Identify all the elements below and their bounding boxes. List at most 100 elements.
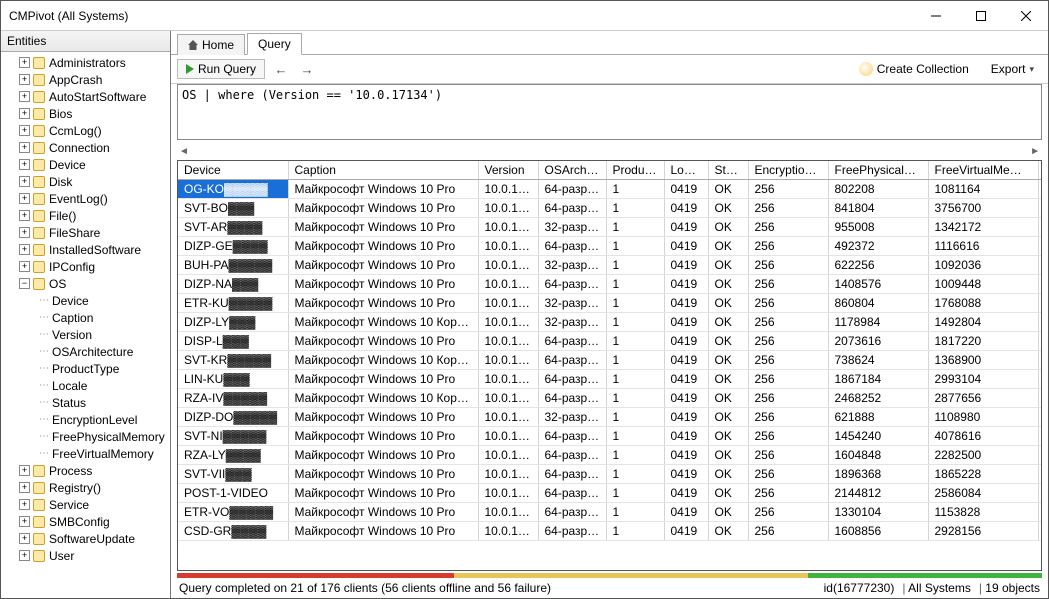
tree-toggle-icon[interactable]: + xyxy=(19,465,30,476)
scroll-left-icon[interactable]: ◄ xyxy=(179,146,189,157)
tree-node[interactable]: +AutoStartSoftware xyxy=(5,88,170,105)
cell-fpm: 955008 xyxy=(828,218,928,237)
tree-node[interactable]: +Bios xyxy=(5,105,170,122)
tree-node[interactable]: +Process xyxy=(5,462,170,479)
tree-node[interactable]: ⋯Status xyxy=(5,394,170,411)
create-collection-button[interactable]: Create Collection xyxy=(851,60,977,78)
tree-node[interactable]: ⋯Device xyxy=(5,292,170,309)
tab-query[interactable]: Query xyxy=(247,33,302,55)
tree-node[interactable]: ⋯FreePhysicalMemory xyxy=(5,428,170,445)
tree-toggle-icon[interactable]: + xyxy=(19,261,30,272)
forward-button[interactable]: → xyxy=(297,59,317,79)
tree-node[interactable]: +SMBConfig xyxy=(5,513,170,530)
column-header[interactable]: Version xyxy=(478,161,538,180)
tree-toggle-icon[interactable]: + xyxy=(19,210,30,221)
table-row[interactable]: BUH-PA▓▓▓▓▓Майкрософт Windows 10 Pro10.0… xyxy=(178,256,1041,275)
scroll-right-icon[interactable]: ► xyxy=(1030,146,1040,157)
cell-caption: Майкрософт Windows 10 Корпоративная xyxy=(288,389,478,408)
tree-toggle-icon[interactable]: + xyxy=(19,176,30,187)
table-row[interactable]: LIN-KU▓▓▓Майкрософт Windows 10 Pro10.0.1… xyxy=(178,370,1041,389)
table-row[interactable]: DIZP-NA▓▓▓Майкрософт Windows 10 Pro10.0.… xyxy=(178,275,1041,294)
table-row[interactable]: DISP-L▓▓▓Майкрософт Windows 10 Pro10.0.1… xyxy=(178,332,1041,351)
tree-node[interactable]: ⋯OSArchitecture xyxy=(5,343,170,360)
cell-status: OK xyxy=(708,313,748,332)
tree-node[interactable]: +Disk xyxy=(5,173,170,190)
table-row[interactable]: RZA-LY▓▓▓▓Майкрософт Windows 10 Pro10.0.… xyxy=(178,446,1041,465)
entities-tree[interactable]: +Administrators+AppCrash+AutoStartSoftwa… xyxy=(1,52,170,598)
tree-toggle-icon[interactable]: + xyxy=(19,125,30,136)
column-header[interactable]: Status xyxy=(708,161,748,180)
table-row[interactable]: DIZP-LY▓▓▓Майкрософт Windows 10 Корпорат… xyxy=(178,313,1041,332)
cell-caption: Майкрософт Windows 10 Pro xyxy=(288,199,478,218)
close-button[interactable] xyxy=(1003,1,1048,30)
tree-node[interactable]: +CcmLog() xyxy=(5,122,170,139)
column-header[interactable]: FreeVirtualMemory xyxy=(928,161,1038,180)
tree-node[interactable]: −OS xyxy=(5,275,170,292)
tree-node[interactable]: +User xyxy=(5,547,170,564)
column-header[interactable]: ProductTyp xyxy=(606,161,664,180)
tree-toggle-icon[interactable]: + xyxy=(19,244,30,255)
tree-toggle-icon[interactable]: + xyxy=(19,57,30,68)
query-editor[interactable]: OS | where (Version == '10.0.17134') xyxy=(177,84,1042,140)
tree-node[interactable]: +File() xyxy=(5,207,170,224)
tree-node[interactable]: ⋯EncryptionLevel xyxy=(5,411,170,428)
column-header[interactable]: FreePhysicalMemo xyxy=(828,161,928,180)
tree-node[interactable]: +IPConfig xyxy=(5,258,170,275)
tree-node[interactable]: +Service xyxy=(5,496,170,513)
minimize-button[interactable] xyxy=(913,1,958,30)
tree-toggle-icon[interactable]: + xyxy=(19,533,30,544)
table-row[interactable]: CSD-GR▓▓▓▓Майкрософт Windows 10 Pro10.0.… xyxy=(178,522,1041,541)
tree-toggle-icon[interactable]: + xyxy=(19,482,30,493)
tree-node[interactable]: +Registry() xyxy=(5,479,170,496)
export-button[interactable]: Export xyxy=(983,60,1042,78)
cell-fvm: 2282500 xyxy=(928,446,1038,465)
table-row[interactable]: SVT-BO▓▓▓Майкрософт Windows 10 Pro10.0.1… xyxy=(178,199,1041,218)
tree-node[interactable]: +AppCrash xyxy=(5,71,170,88)
table-row[interactable]: OG-KO▓▓▓▓▓Майкрософт Windows 10 Pro10.0.… xyxy=(178,180,1041,199)
tree-toggle-icon[interactable]: + xyxy=(19,499,30,510)
column-header[interactable]: Device xyxy=(178,161,288,180)
column-header[interactable]: Locale xyxy=(664,161,708,180)
maximize-button[interactable] xyxy=(958,1,1003,30)
tree-toggle-icon[interactable]: + xyxy=(19,193,30,204)
tree-node[interactable]: +Connection xyxy=(5,139,170,156)
tree-node[interactable]: ⋯FreeVirtualMemory xyxy=(5,445,170,462)
run-query-button[interactable]: Run Query xyxy=(177,59,265,79)
table-row[interactable]: SVT-NI▓▓▓▓▓Майкрософт Windows 10 Pro10.0… xyxy=(178,427,1041,446)
tree-node[interactable]: ⋯Locale xyxy=(5,377,170,394)
tree-toggle-icon[interactable]: + xyxy=(19,227,30,238)
table-row[interactable]: RZA-IV▓▓▓▓▓Майкрософт Windows 10 Корпора… xyxy=(178,389,1041,408)
tree-toggle-icon[interactable]: + xyxy=(19,159,30,170)
table-row[interactable]: DIZP-GE▓▓▓▓Майкрософт Windows 10 Pro10.0… xyxy=(178,237,1041,256)
table-row[interactable]: DIZP-DO▓▓▓▓▓Майкрософт Windows 10 Pro10.… xyxy=(178,408,1041,427)
column-header[interactable]: OSArchitectur xyxy=(538,161,606,180)
tree-toggle-icon[interactable]: + xyxy=(19,91,30,102)
table-row[interactable]: ETR-KU▓▓▓▓▓Майкрософт Windows 10 Pro10.0… xyxy=(178,294,1041,313)
tree-node[interactable]: +InstalledSoftware xyxy=(5,241,170,258)
tree-node[interactable]: +EventLog() xyxy=(5,190,170,207)
table-row[interactable]: SVT-AR▓▓▓▓Майкрософт Windows 10 Pro10.0.… xyxy=(178,218,1041,237)
results-grid[interactable]: DeviceCaptionVersionOSArchitecturProduct… xyxy=(178,161,1041,570)
table-row[interactable]: SVT-KR▓▓▓▓▓Майкрософт Windows 10 Корпора… xyxy=(178,351,1041,370)
scroll-top-icon[interactable]: ▴ xyxy=(1038,161,1041,180)
tree-node[interactable]: ⋯ProductType xyxy=(5,360,170,377)
tree-toggle-icon[interactable]: + xyxy=(19,142,30,153)
tree-node[interactable]: +SoftwareUpdate xyxy=(5,530,170,547)
tree-node[interactable]: +FileShare xyxy=(5,224,170,241)
tree-toggle-icon[interactable]: + xyxy=(19,108,30,119)
table-row[interactable]: ETR-VO▓▓▓▓▓Майкрософт Windows 10 Pro10.0… xyxy=(178,503,1041,522)
column-header[interactable]: EncryptionLeve xyxy=(748,161,828,180)
tree-toggle-icon[interactable]: + xyxy=(19,550,30,561)
back-button[interactable]: ← xyxy=(271,59,291,79)
tree-node[interactable]: ⋯Caption xyxy=(5,309,170,326)
tree-node[interactable]: +Device xyxy=(5,156,170,173)
table-row[interactable]: POST-1-VIDEOМайкрософт Windows 10 Pro10.… xyxy=(178,484,1041,503)
tree-node[interactable]: +Administrators xyxy=(5,54,170,71)
tree-node[interactable]: ⋯Version xyxy=(5,326,170,343)
column-header[interactable]: Caption xyxy=(288,161,478,180)
tab-home[interactable]: Home xyxy=(177,34,245,55)
table-row[interactable]: SVT-VII▓▓▓Майкрософт Windows 10 Pro10.0.… xyxy=(178,465,1041,484)
tree-toggle-icon[interactable]: − xyxy=(19,278,30,289)
tree-toggle-icon[interactable]: + xyxy=(19,74,30,85)
tree-toggle-icon[interactable]: + xyxy=(19,516,30,527)
